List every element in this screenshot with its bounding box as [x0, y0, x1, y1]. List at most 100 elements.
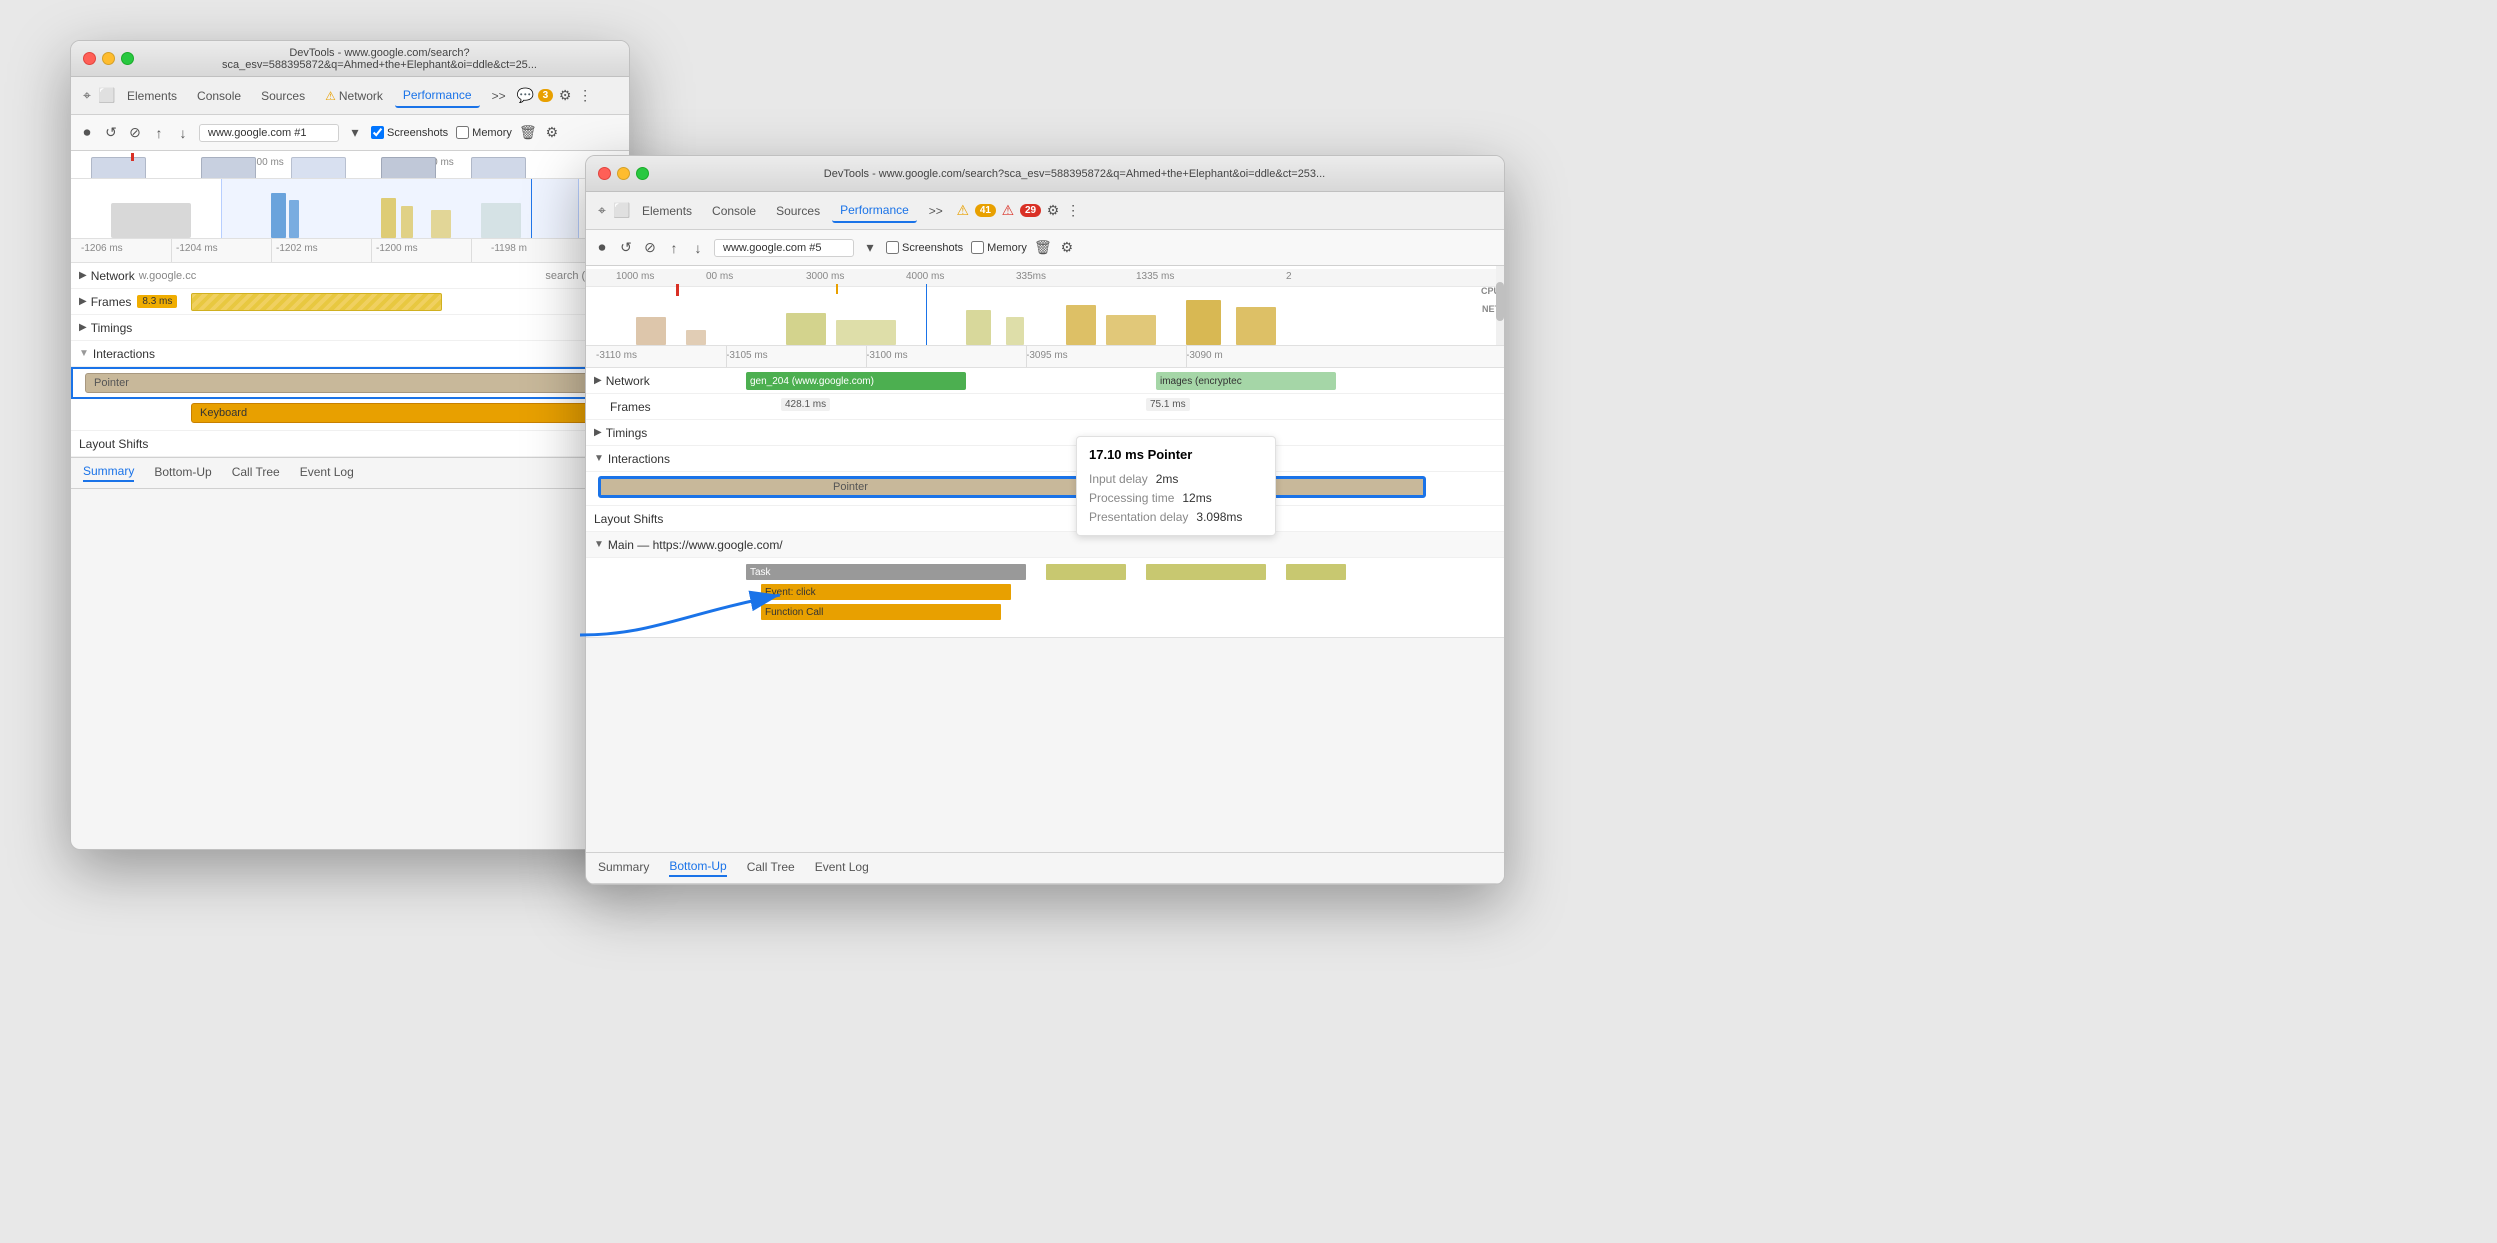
overview-area-2: 1000 ms 00 ms 3000 ms 4000 ms 335ms 1335…: [586, 266, 1504, 346]
settings-icon-1[interactable]: ⚙: [557, 88, 573, 104]
maximize-button-1[interactable]: [121, 52, 134, 65]
frames-row-1[interactable]: ▶ Frames 8.3 ms: [71, 289, 629, 315]
pointer-row-1[interactable]: Pointer: [71, 367, 629, 399]
timings-row-1[interactable]: ▶ Timings: [71, 315, 629, 341]
bottom-tab-bottomup-2[interactable]: Bottom-Up: [669, 859, 726, 877]
main-label-2: Main — https://www.google.com/: [608, 538, 783, 552]
gear-icon-2[interactable]: ⚙: [1059, 240, 1075, 256]
download-icon-1[interactable]: ↓: [175, 125, 191, 141]
reload-icon-1[interactable]: ↺: [103, 125, 119, 141]
settings-icon-2[interactable]: ⚙: [1045, 203, 1061, 219]
bottom-tab-calltree-2[interactable]: Call Tree: [747, 860, 795, 876]
keyboard-row-1[interactable]: Keyboard: [71, 399, 629, 431]
warning-badge-2: 41: [975, 204, 996, 217]
upload-icon-2[interactable]: ↑: [666, 240, 682, 256]
url-selector-1[interactable]: www.google.com #1: [199, 124, 339, 142]
interactions-row-1[interactable]: ▼ Interactions: [71, 341, 629, 367]
frames-bar-1: [191, 293, 609, 311]
close-button-1[interactable]: [83, 52, 96, 65]
frames-row-2[interactable]: Frames 428.1 ms 75.1 ms: [586, 394, 1504, 420]
arrow-interactions-1: ▼: [79, 348, 89, 359]
tab-console-2[interactable]: Console: [704, 200, 764, 222]
record-toolbar-1: ⏺ ↺ ⊘ ↑ ↓ www.google.com #1 ▾ Screenshot…: [71, 115, 629, 151]
tab-sources-2[interactable]: Sources: [768, 200, 828, 222]
tooltip-type: Pointer: [1148, 447, 1193, 462]
gear-icon-1[interactable]: ⚙: [544, 125, 560, 141]
timeline-ruler-detail-2: -3110 ms -3105 ms -3100 ms -3095 ms -309…: [586, 346, 1504, 368]
minimize-button-2[interactable]: [617, 167, 630, 180]
more-icon-2[interactable]: ⋮: [1065, 203, 1081, 219]
tab-network-1[interactable]: ⚠ Network: [317, 85, 391, 107]
layout-shifts-row-2[interactable]: Layout Shifts: [586, 506, 1504, 532]
clear-icon-1[interactable]: ⊘: [127, 125, 143, 141]
panel-body-2: ▶ Network gen_204 (www.google.com) image…: [586, 368, 1504, 638]
bottom-tab-summary-2[interactable]: Summary: [598, 860, 649, 876]
pointer-bar-1[interactable]: Pointer: [85, 373, 607, 393]
keyboard-label-1: Keyboard: [200, 407, 247, 419]
trash-icon-1[interactable]: 🗑: [520, 125, 536, 141]
ruler-3105: -3105 ms: [726, 350, 768, 361]
pointer-label-2: Pointer: [833, 481, 868, 493]
tab-more-1[interactable]: >>: [484, 85, 514, 107]
scrollbar-thumb-2[interactable]: [1496, 282, 1504, 322]
device-icon-1[interactable]: ⬜: [99, 88, 115, 104]
tab-more-2[interactable]: >>: [921, 200, 951, 222]
chat-icon-1[interactable]: 💬: [518, 88, 534, 104]
screenshots-checkbox-2[interactable]: Screenshots: [886, 241, 963, 254]
interactions-row-2[interactable]: ▼ Interactions: [586, 446, 1504, 472]
more-icon-1[interactable]: ⋮: [577, 88, 593, 104]
ruler-00ms-2: 00 ms: [706, 271, 733, 282]
layout-shifts-row-1[interactable]: Layout Shifts: [71, 431, 629, 457]
flame-misc-3: [1286, 564, 1346, 580]
ruler-1206: -1206 ms: [81, 243, 123, 254]
tab-elements-1[interactable]: Elements: [119, 85, 185, 107]
ruler-line-3: [371, 239, 372, 262]
maximize-button-2[interactable]: [636, 167, 649, 180]
pointer-row-2[interactable]: Pointer: [586, 472, 1504, 506]
bottom-tabs-1: Summary Bottom-Up Call Tree Event Log: [71, 457, 629, 489]
arrow-timings-2: ▶: [594, 427, 602, 438]
main-row-2[interactable]: ▼ Main — https://www.google.com/: [586, 532, 1504, 558]
memory-checkbox-2[interactable]: Memory: [971, 241, 1027, 254]
network-label-2: Network: [606, 374, 686, 388]
ruler-1200: -1200 ms: [376, 243, 418, 254]
tab-console-1[interactable]: Console: [189, 85, 249, 107]
reload-icon-2[interactable]: ↺: [618, 240, 634, 256]
memory-checkbox-1[interactable]: Memory: [456, 126, 512, 139]
keyboard-bar-1[interactable]: Keyboard: [191, 403, 624, 423]
dropdown-icon-1[interactable]: ▾: [347, 125, 363, 141]
url-selector-2[interactable]: www.google.com #5: [714, 239, 854, 257]
screenshots-checkbox-1[interactable]: Screenshots: [371, 126, 448, 139]
bottom-tab-bottomup-1[interactable]: Bottom-Up: [154, 465, 211, 481]
bottom-tab-summary-1[interactable]: Summary: [83, 464, 134, 482]
close-button-2[interactable]: [598, 167, 611, 180]
upload-icon-1[interactable]: ↑: [151, 125, 167, 141]
bottom-tab-eventlog-2[interactable]: Event Log: [815, 860, 869, 876]
download-icon-2[interactable]: ↓: [690, 240, 706, 256]
frames-ms-2: 428.1 ms: [781, 398, 830, 411]
network-row-1[interactable]: ▶ Network w.google.cc search (www: [71, 263, 629, 289]
record-icon-2[interactable]: ⏺: [594, 240, 610, 256]
frames-label-1: Frames: [91, 295, 132, 309]
clear-icon-2[interactable]: ⊘: [642, 240, 658, 256]
trash-icon-2[interactable]: 🗑: [1035, 240, 1051, 256]
tab-performance-2[interactable]: Performance: [832, 199, 917, 223]
error-icon-2: ⚠: [1000, 203, 1016, 219]
tab-performance-1[interactable]: Performance: [395, 84, 480, 108]
device-icon-2[interactable]: ⬜: [614, 203, 630, 219]
bottom-tab-eventlog-1[interactable]: Event Log: [300, 465, 354, 481]
network-row-2[interactable]: ▶ Network gen_204 (www.google.com) image…: [586, 368, 1504, 394]
dropdown-icon-2[interactable]: ▾: [862, 240, 878, 256]
time-cursor-2: [926, 284, 927, 345]
window-1: DevTools - www.google.com/search?sca_esv…: [70, 40, 630, 850]
cursor-icon-1[interactable]: ⌖: [79, 88, 95, 104]
cursor-icon-2[interactable]: ⌖: [594, 203, 610, 219]
bottom-tab-calltree-1[interactable]: Call Tree: [232, 465, 280, 481]
tab-elements-2[interactable]: Elements: [634, 200, 700, 222]
timings-row-2[interactable]: ▶ Timings: [586, 420, 1504, 446]
record-icon-1[interactable]: ⏺: [79, 125, 95, 141]
tab-sources-1[interactable]: Sources: [253, 85, 313, 107]
titlebar-1: DevTools - www.google.com/search?sca_esv…: [71, 41, 629, 77]
ruler-1335-2: 1335 ms: [1136, 271, 1174, 282]
minimize-button-1[interactable]: [102, 52, 115, 65]
